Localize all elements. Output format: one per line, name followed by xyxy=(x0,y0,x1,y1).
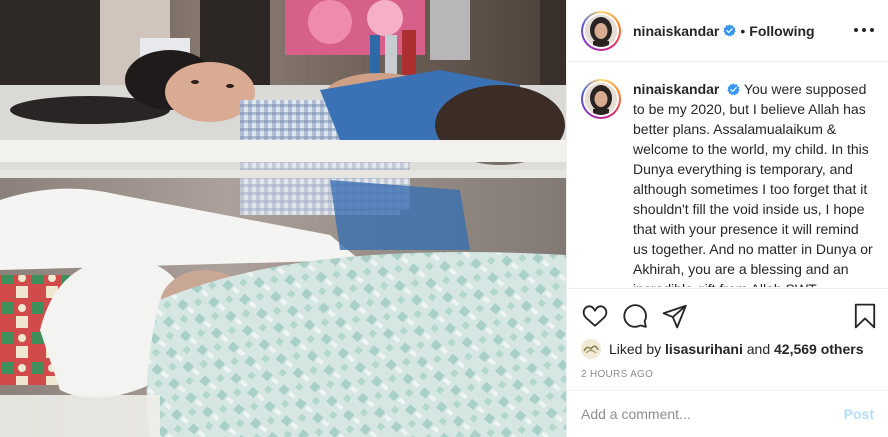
caption-body: You were supposed to be my 2020, but I b… xyxy=(633,81,873,287)
post-header: ninaiskandar • Following xyxy=(567,0,888,62)
liker-avatar-icon xyxy=(581,339,601,359)
author-username[interactable]: ninaiskandar xyxy=(633,23,719,39)
caption-username[interactable]: ninaiskandar xyxy=(633,81,719,97)
verified-badge-icon xyxy=(727,83,740,96)
hospital-photo xyxy=(0,0,566,437)
more-options-icon[interactable] xyxy=(854,22,874,38)
avatar-portrait-icon xyxy=(585,14,617,47)
comment-icon[interactable] xyxy=(622,303,648,329)
likes-others-count[interactable]: 42,569 others xyxy=(774,341,864,357)
likes-conjunction: and xyxy=(746,341,771,357)
separator-dot: • xyxy=(740,22,746,39)
post-photo[interactable] xyxy=(0,0,566,437)
likes-summary: Liked by lisasurihani and 42,569 others xyxy=(581,338,874,360)
author-avatar[interactable] xyxy=(581,10,621,51)
caption-avatar[interactable] xyxy=(581,79,621,119)
comment-bar: Post xyxy=(567,390,888,437)
following-button[interactable]: Following xyxy=(749,23,814,39)
verified-badge-icon xyxy=(723,24,737,37)
post-side-panel: ninaiskandar • Following ninaiskandar Yo… xyxy=(566,0,888,437)
liker-username[interactable]: lisasurihani xyxy=(665,341,743,357)
bookmark-icon[interactable] xyxy=(852,303,878,329)
liker-avatar[interactable] xyxy=(581,339,601,359)
paper-plane-icon[interactable] xyxy=(662,303,688,329)
instagram-post: ninaiskandar • Following ninaiskandar Yo… xyxy=(0,0,888,437)
caption-text: ninaiskandar You were supposed to be my … xyxy=(633,79,873,287)
post-comment-button[interactable]: Post xyxy=(844,406,874,422)
comment-input[interactable] xyxy=(581,406,844,422)
post-timestamp[interactable]: 2 HOURS AGO xyxy=(581,369,653,380)
likes-prefix: Liked by xyxy=(609,341,662,357)
caption-section: ninaiskandar You were supposed to be my … xyxy=(567,63,888,287)
action-bar xyxy=(567,288,888,338)
avatar-portrait-icon xyxy=(585,83,617,115)
heart-icon[interactable] xyxy=(582,303,608,329)
